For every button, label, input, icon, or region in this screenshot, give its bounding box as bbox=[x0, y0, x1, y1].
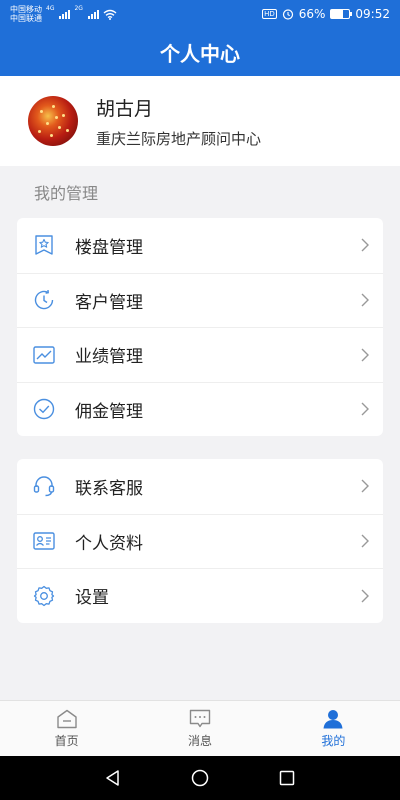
menu-item-settings[interactable]: 设置 bbox=[17, 568, 383, 623]
tab-home[interactable]: 首页 bbox=[0, 701, 133, 756]
check-circle-icon bbox=[33, 398, 55, 420]
tab-label: 首页 bbox=[54, 733, 79, 748]
network-type-1: 4G bbox=[46, 5, 55, 12]
user-name: 胡古月 bbox=[96, 97, 154, 120]
menu-item-contact-support[interactable]: 联系客服 bbox=[17, 459, 383, 514]
hd-badge: HD bbox=[262, 9, 277, 19]
menu-item-commission-management[interactable]: 佣金管理 bbox=[17, 381, 383, 437]
menu-item-label: 业绩管理 bbox=[75, 347, 143, 368]
menu-item-label: 联系客服 bbox=[75, 478, 143, 499]
chevron-right-icon bbox=[361, 238, 369, 252]
menu-item-label: 客户管理 bbox=[75, 292, 143, 313]
support-menu: 联系客服 个人资料 设置 bbox=[17, 459, 383, 623]
system-nav-bar bbox=[0, 756, 400, 800]
wifi-icon bbox=[103, 9, 117, 20]
section-title: 我的管理 bbox=[34, 184, 99, 203]
battery-icon bbox=[330, 9, 353, 19]
avatar[interactable] bbox=[28, 96, 78, 146]
recents-icon[interactable] bbox=[278, 769, 296, 787]
chevron-right-icon bbox=[361, 348, 369, 362]
menu-item-customer-management[interactable]: 客户管理 bbox=[17, 272, 383, 328]
tab-label: 我的 bbox=[321, 733, 346, 748]
carrier-2-label: 中国联通 bbox=[10, 14, 42, 23]
page-title: 个人中心 bbox=[160, 41, 240, 66]
menu-item-property-management[interactable]: 楼盘管理 bbox=[17, 218, 383, 273]
carrier-1-label: 中国移动 bbox=[10, 5, 42, 14]
back-icon[interactable] bbox=[104, 769, 122, 787]
status-bar: 中国移动 中国联通 4G 2G HD 66% 09:52 bbox=[0, 0, 400, 28]
building-badge-icon bbox=[33, 234, 55, 256]
person-icon bbox=[323, 709, 343, 728]
home-icon bbox=[56, 709, 77, 728]
menu-item-label: 设置 bbox=[75, 588, 109, 609]
carrier-info: 中国移动 中国联通 4G 2G bbox=[10, 5, 117, 23]
chevron-right-icon bbox=[361, 402, 369, 416]
tab-label: 消息 bbox=[187, 733, 212, 748]
tab-mine[interactable]: 我的 bbox=[267, 701, 400, 756]
trend-chart-icon bbox=[33, 344, 55, 366]
menu-item-label: 个人资料 bbox=[75, 533, 143, 554]
chevron-right-icon bbox=[361, 479, 369, 493]
id-card-icon bbox=[33, 530, 55, 552]
chevron-right-icon bbox=[361, 589, 369, 603]
profile-card[interactable]: 胡古月 重庆兰际房地产顾问中心 bbox=[0, 76, 400, 166]
bottom-tab-bar: 首页 消息 我的 bbox=[0, 700, 400, 756]
user-organization: 重庆兰际房地产顾问中心 bbox=[96, 129, 262, 148]
menu-item-label: 佣金管理 bbox=[75, 401, 143, 422]
gear-icon bbox=[33, 585, 55, 607]
message-icon bbox=[189, 709, 211, 727]
battery-percent: 66% bbox=[298, 7, 326, 21]
management-menu: 楼盘管理 客户管理 业绩管理 佣金管理 bbox=[17, 218, 383, 436]
tab-messages[interactable]: 消息 bbox=[133, 701, 266, 756]
signal-icon-2 bbox=[87, 9, 99, 19]
menu-item-personal-info[interactable]: 个人资料 bbox=[17, 513, 383, 569]
clock-icon bbox=[33, 289, 55, 311]
chevron-right-icon bbox=[361, 293, 369, 307]
page-header: 个人中心 bbox=[0, 28, 400, 76]
chevron-right-icon bbox=[361, 534, 369, 548]
menu-item-performance-management[interactable]: 业绩管理 bbox=[17, 327, 383, 382]
signal-icon bbox=[59, 9, 71, 19]
network-type-2: 2G bbox=[74, 5, 83, 12]
clock-time: 09:52 bbox=[355, 7, 390, 21]
alarm-icon bbox=[282, 9, 293, 20]
home-circle-icon[interactable] bbox=[191, 769, 209, 787]
headset-icon bbox=[33, 475, 55, 497]
menu-item-label: 楼盘管理 bbox=[75, 237, 143, 258]
